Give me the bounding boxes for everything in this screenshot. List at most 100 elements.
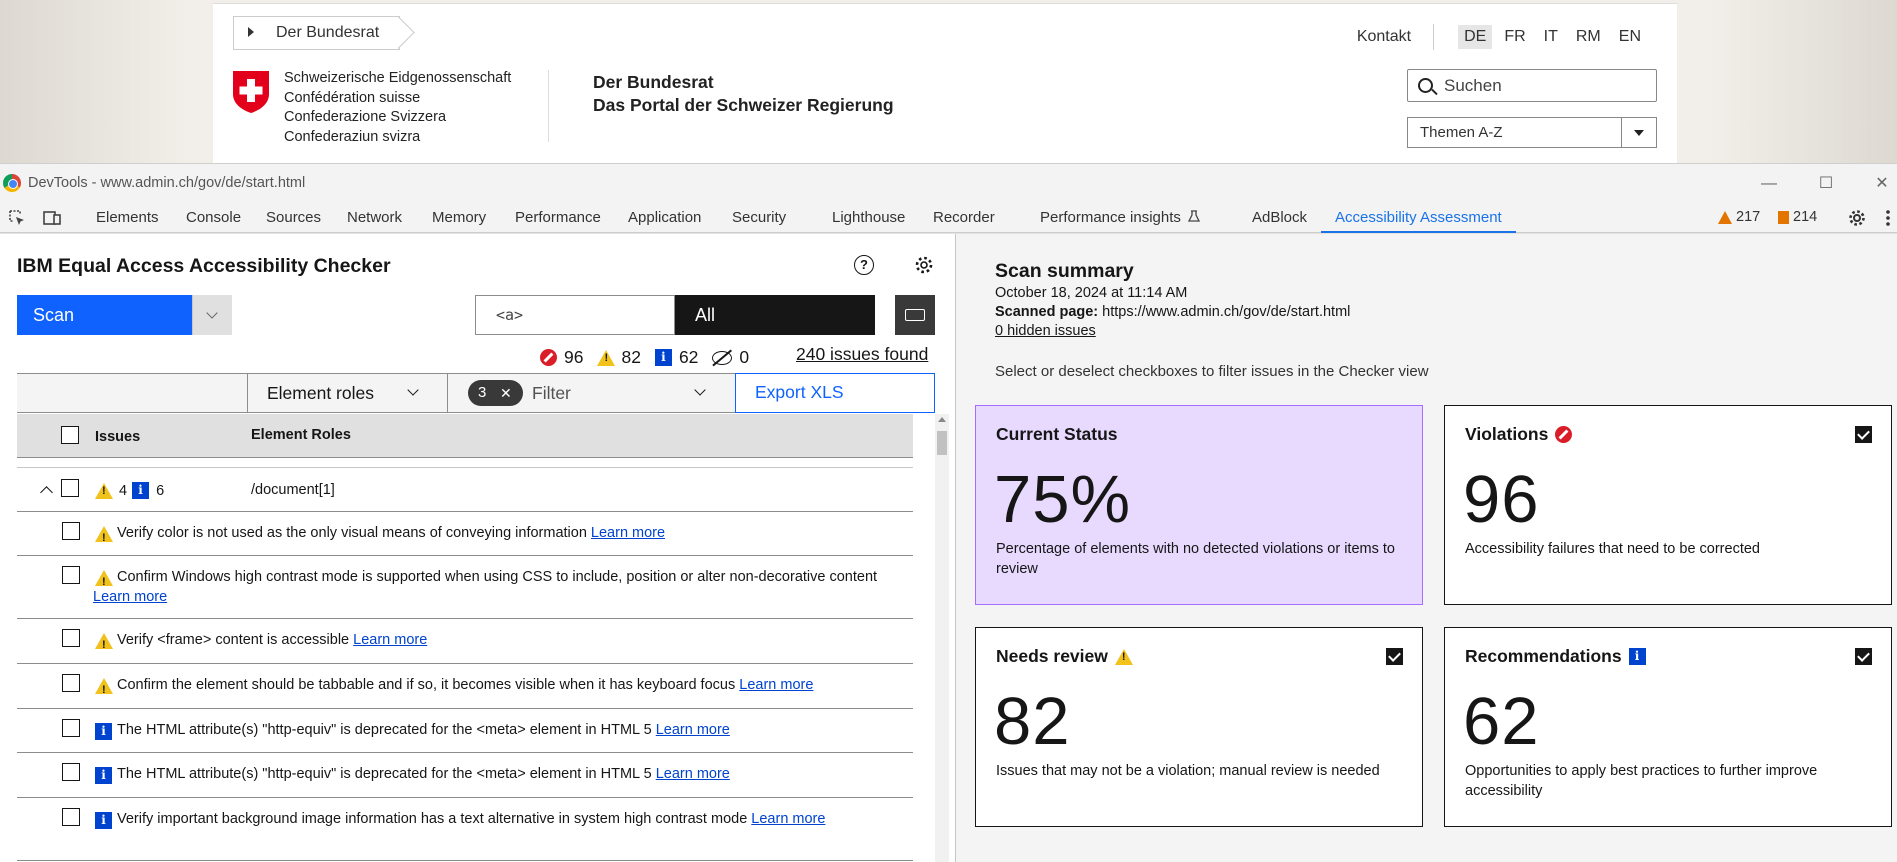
- chrome-icon: [3, 174, 21, 192]
- issue-checkbox[interactable]: [62, 566, 80, 584]
- scroll-up-icon[interactable]: [938, 417, 946, 422]
- chevron-right-icon: [248, 27, 254, 37]
- tab-sources[interactable]: Sources: [266, 203, 321, 233]
- issue-row[interactable]: Confirm Windows high contrast mode is su…: [17, 556, 913, 619]
- scroll-thumb[interactable]: [937, 431, 947, 455]
- issue-checkbox[interactable]: [62, 719, 80, 737]
- needs-review-checkbox[interactable]: [1386, 648, 1403, 665]
- topics-select[interactable]: Themen A-Z: [1407, 117, 1657, 148]
- needs-review-icon: [1114, 648, 1133, 665]
- learn-more-link[interactable]: Learn more: [751, 811, 825, 827]
- needs-review-count: 82: [597, 347, 641, 368]
- lang-rm[interactable]: RM: [1570, 25, 1607, 49]
- lang-fr[interactable]: FR: [1498, 25, 1531, 49]
- group-counts: 4 i 6: [95, 482, 164, 499]
- lang-de[interactable]: DE: [1458, 25, 1493, 49]
- element-path: /document[1]: [251, 482, 335, 498]
- issue-checkbox[interactable]: [62, 808, 80, 826]
- settings-gear-icon[interactable]: [913, 254, 935, 276]
- chevron-up-icon[interactable]: [40, 486, 53, 499]
- issue-row[interactable]: i Verify important background image infor…: [17, 798, 913, 861]
- issues-counter[interactable]: 214: [1778, 209, 1817, 225]
- issue-text: Confirm the element should be tabbable a…: [117, 677, 814, 693]
- filter-dropdown[interactable]: 3 Filter: [447, 374, 735, 412]
- group-by-dropdown[interactable]: Element roles: [247, 374, 447, 412]
- search-icon: [1418, 78, 1433, 93]
- tab-lighthouse[interactable]: Lighthouse: [832, 203, 905, 233]
- warnings-counter[interactable]: 217: [1718, 209, 1760, 225]
- card-description: Issues that may not be a violation; manu…: [996, 763, 1380, 779]
- learn-more-link[interactable]: Learn more: [739, 677, 813, 693]
- issue-checkbox[interactable]: [62, 629, 80, 647]
- tab-accessibility-assessment[interactable]: Accessibility Assessment: [1321, 203, 1516, 233]
- recommendations-checkbox[interactable]: [1855, 648, 1872, 665]
- export-xls-button[interactable]: Export XLS: [735, 373, 935, 413]
- confederation-names: Schweizerische Eidgenossenschaft Confédé…: [284, 70, 512, 145]
- gear-icon[interactable]: [1847, 208, 1867, 228]
- breadcrumb-label: Der Bundesrat: [276, 24, 380, 41]
- violations-value: 96: [1463, 462, 1540, 537]
- scan-button[interactable]: Scan: [17, 295, 192, 335]
- site-search-input[interactable]: Suchen: [1407, 69, 1657, 102]
- filter-count-tag[interactable]: 3: [468, 380, 523, 406]
- tab-performance-insights[interactable]: Performance insights: [1040, 203, 1201, 233]
- card-description: Percentage of elements with no detected …: [996, 541, 1395, 577]
- inspect-element-icon[interactable]: [8, 209, 26, 227]
- more-options-icon[interactable]: [1884, 208, 1892, 228]
- tab-elements[interactable]: Elements: [96, 203, 159, 233]
- help-icon[interactable]: ?: [854, 255, 874, 275]
- tab-console[interactable]: Console: [186, 203, 241, 233]
- violation-icon: [540, 349, 557, 366]
- recommendations-card: Recommendations i 62 Opportunities to ap…: [1444, 627, 1892, 827]
- tab-performance[interactable]: Performance: [515, 203, 601, 233]
- violations-checkbox[interactable]: [1855, 426, 1872, 443]
- issue-text: The HTML attribute(s) "http-equiv" is de…: [117, 766, 730, 782]
- learn-more-link[interactable]: Learn more: [656, 722, 730, 738]
- issue-checkbox[interactable]: [62, 763, 80, 781]
- issue-text: Verify important background image inform…: [117, 811, 826, 827]
- device-toolbar-icon[interactable]: [43, 209, 61, 227]
- meta-nav: Kontakt DE FR IT RM EN: [1357, 24, 1647, 50]
- learn-more-link[interactable]: Learn more: [353, 632, 427, 648]
- issues-found-link[interactable]: 240 issues found: [796, 344, 928, 365]
- tab-application[interactable]: Application: [628, 203, 701, 233]
- issue-row[interactable]: Confirm the element should be tabbable a…: [17, 664, 913, 709]
- learn-more-link[interactable]: Learn more: [656, 766, 730, 782]
- issue-checkbox[interactable]: [62, 674, 80, 692]
- breadcrumb[interactable]: Der Bundesrat: [233, 16, 401, 50]
- tab-memory[interactable]: Memory: [432, 203, 486, 233]
- swiss-crest-logo[interactable]: [232, 70, 270, 114]
- chevron-down-icon: [1621, 118, 1656, 147]
- learn-more-link[interactable]: Learn more: [93, 589, 167, 605]
- scrollbar[interactable]: [935, 414, 949, 862]
- tab-adblock[interactable]: AdBlock: [1252, 203, 1307, 233]
- lang-en[interactable]: EN: [1613, 25, 1647, 49]
- minimize-icon[interactable]: —: [1755, 172, 1783, 196]
- issue-row[interactable]: Verify <frame> content is accessible Lea…: [17, 619, 913, 664]
- scanned-page: Scanned page: https://www.admin.ch/gov/d…: [995, 304, 1351, 320]
- checker-title: IBM Equal Access Accessibility Checker: [17, 255, 391, 277]
- contact-link[interactable]: Kontakt: [1357, 28, 1411, 46]
- scope-all-button[interactable]: All: [675, 295, 875, 335]
- tab-recorder[interactable]: Recorder: [933, 203, 995, 233]
- keyboard-mode-button[interactable]: [895, 295, 935, 335]
- issue-group-row[interactable]: 4 i 6 /document[1]: [17, 467, 913, 512]
- checker-panel: IBM Equal Access Accessibility Checker ?…: [0, 234, 955, 862]
- maximize-icon[interactable]: ☐: [1812, 172, 1840, 196]
- hidden-issues-link[interactable]: 0 hidden issues: [995, 323, 1096, 339]
- lang-it[interactable]: IT: [1538, 25, 1564, 49]
- issue-row[interactable]: i The HTML attribute(s) "http-equiv" is d…: [17, 753, 913, 798]
- issue-checkbox[interactable]: [62, 522, 80, 540]
- scan-options-dropdown[interactable]: [192, 295, 232, 335]
- tab-security[interactable]: Security: [732, 203, 786, 233]
- select-all-checkbox[interactable]: [61, 426, 79, 444]
- group-checkbox[interactable]: [61, 479, 79, 497]
- tab-network[interactable]: Network: [347, 203, 402, 233]
- portal-title[interactable]: Der Bundesrat Das Portal der Schweizer R…: [593, 71, 894, 117]
- website-area: Der Bundesrat Kontakt DE FR IT RM EN Sch…: [0, 0, 1897, 163]
- element-selector-input[interactable]: <a>: [475, 295, 675, 335]
- learn-more-link[interactable]: Learn more: [591, 525, 665, 541]
- close-icon[interactable]: ✕: [1868, 172, 1896, 196]
- issue-row[interactable]: Verify color is not used as the only vis…: [17, 512, 913, 556]
- issue-row[interactable]: i The HTML attribute(s) "http-equiv" is d…: [17, 709, 913, 753]
